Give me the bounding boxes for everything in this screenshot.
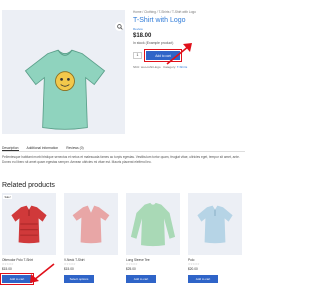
rating-stars: ☆☆☆☆☆	[64, 263, 76, 266]
product-price: $15.00	[64, 267, 74, 271]
product-image[interactable]: Sale!	[2, 193, 56, 255]
sale-badge: Sale!	[3, 195, 12, 199]
long-sleeve-tee-image	[130, 202, 176, 247]
tab-reviews[interactable]: Reviews (0)	[66, 142, 83, 151]
select-options-button[interactable]: Select options	[64, 275, 94, 283]
review-link[interactable]: Review	[133, 27, 245, 31]
rating-stars: ☆☆☆☆☆	[126, 263, 138, 266]
product-gallery	[2, 10, 125, 134]
sku-label: SKU:	[133, 65, 141, 69]
related-product-card[interactable]: Long Sleeve Tee ☆☆☆☆☆ $25.00 Add to cart	[126, 193, 180, 283]
product-name[interactable]: Long Sleeve Tee	[126, 258, 180, 262]
product-name[interactable]: V-Neck T-Shirt	[64, 258, 118, 262]
annotation-arrow	[166, 43, 192, 65]
polo-image	[197, 205, 233, 244]
quantity-input[interactable]: 1	[133, 52, 142, 59]
tshirt-image	[24, 49, 106, 130]
add-to-cart-button[interactable]: Add to cart	[126, 275, 156, 283]
sku-value: woo-tshirt-logo	[140, 65, 161, 69]
product-image[interactable]	[126, 193, 180, 255]
product-description: Pellentesque habitant morbi tristique se…	[2, 155, 240, 164]
zoom-icon[interactable]	[115, 22, 124, 31]
tab-additional-information[interactable]: Additional information	[27, 142, 59, 151]
product-image[interactable]	[64, 193, 118, 255]
related-product-card[interactable]: V-Neck T-Shirt ☆☆☆☆☆ $15.00 Select optio…	[64, 193, 118, 283]
product-image[interactable]	[188, 193, 242, 255]
rating-stars: ☆☆☆☆☆	[188, 263, 200, 266]
product-price: $25.00	[126, 267, 136, 271]
related-heading: Related products	[2, 182, 55, 189]
product-price: $20.00	[188, 267, 198, 271]
polo-shirt-image	[11, 205, 47, 244]
annotation-arrow	[30, 263, 55, 283]
product-title: T-Shirt with Logo	[133, 17, 186, 24]
related-product-card[interactable]: Polo ☆☆☆☆☆ $20.00 Add to cart	[188, 193, 242, 283]
add-to-cart-button[interactable]: Add to cart	[188, 275, 218, 283]
product-name[interactable]: Polo	[188, 258, 242, 262]
product-price: $18.00	[133, 33, 152, 39]
tab-description[interactable]: Description	[2, 142, 19, 151]
product-tabs: Description Additional information Revie…	[2, 142, 245, 152]
breadcrumb[interactable]: Home / Clothing / T-Shirts / T-Shirt wit…	[133, 10, 245, 14]
vneck-shirt-image	[72, 205, 110, 244]
